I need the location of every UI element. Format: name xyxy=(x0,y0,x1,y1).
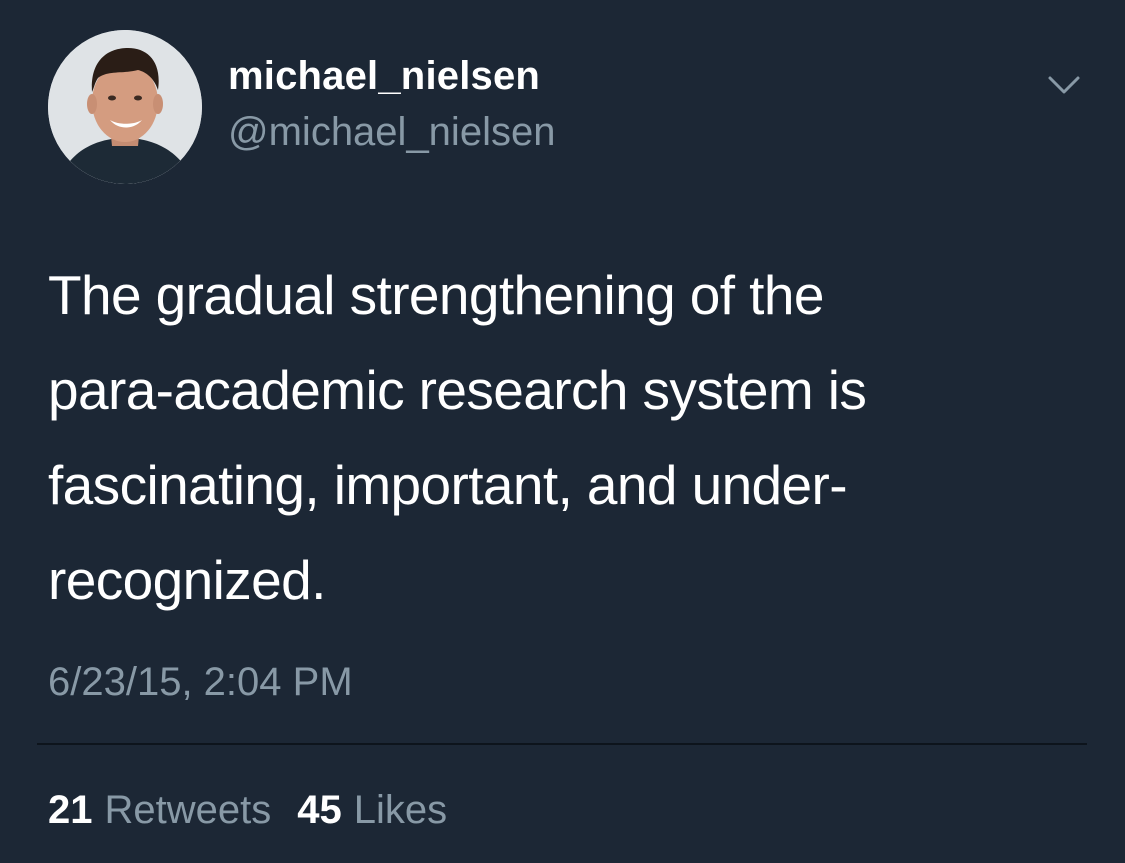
tweet-timestamp: 6/23/15, 2:04 PM xyxy=(48,660,353,704)
profile-photo-icon xyxy=(48,30,202,184)
retweets-count: 21 xyxy=(48,788,93,832)
retweets-label: Retweets xyxy=(104,788,272,832)
chevron-down-icon[interactable] xyxy=(1044,72,1084,100)
user-handle[interactable]: @michael_nielsen xyxy=(228,108,555,156)
likes-stat[interactable]: 45 Likes xyxy=(297,786,447,834)
divider xyxy=(37,743,1087,745)
display-name[interactable]: michael_nielsen xyxy=(228,52,540,100)
tweet-card: michael_nielsen @michael_nielsen The gra… xyxy=(0,0,1125,863)
retweets-stat[interactable]: 21 Retweets xyxy=(48,786,271,834)
tweet-text: The gradual strengthening of the para-ac… xyxy=(48,264,867,611)
engagement-stats: 21 Retweets 45 Likes xyxy=(48,786,447,834)
likes-count: 45 xyxy=(297,788,342,832)
likes-label: Likes xyxy=(353,788,448,832)
avatar[interactable] xyxy=(48,30,202,184)
